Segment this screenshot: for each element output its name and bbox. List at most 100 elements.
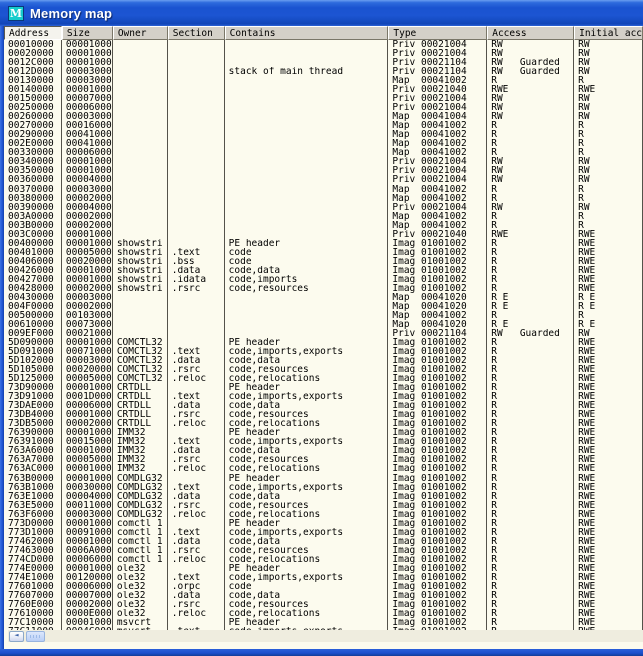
window-titlebar[interactable]: M Memory map [0, 0, 643, 26]
cell-section [168, 130, 225, 139]
cell-address: 00500000 [4, 311, 62, 320]
table-row[interactable]: 5D10200000003000COMCTL32.datacode,dataIm… [4, 356, 643, 365]
table-row[interactable]: 776100000000E000ole32.reloccode,relocati… [4, 609, 643, 618]
scrollbar-thumb[interactable] [26, 631, 45, 642]
cell-address: 00370000 [4, 185, 62, 194]
window-bottom-border [0, 649, 643, 656]
table-row[interactable]: 763A700000005000IMM32.rsrccode,resources… [4, 455, 643, 464]
column-header-initial-access[interactable]: Initial acc [574, 26, 643, 40]
table-row[interactable]: 0034000000001000Priv 00021004RWRW [4, 157, 643, 166]
table-row[interactable]: 774630000006A000comctl_1.rsrccode,resour… [4, 546, 643, 555]
column-header-type[interactable]: Type [388, 26, 487, 40]
scroll-left-button[interactable]: ◄ [9, 631, 24, 642]
table-row[interactable]: 73DB400000001000CRTDLL.rsrccode,resource… [4, 410, 643, 419]
table-row[interactable]: 5D12500000005000COMCTL32.reloccode,reloc… [4, 374, 643, 383]
table-row[interactable]: 77C1000000001000msvcrtPE headerImag 0100… [4, 618, 643, 627]
table-row[interactable]: 0037000000003000Map 00041002RR [4, 185, 643, 194]
cell-section: .data [168, 266, 225, 275]
cell-type: Imag 01001002 [388, 374, 487, 383]
table-row[interactable]: 763F600000003000COMDLG32.reloccode,reloc… [4, 510, 643, 519]
table-row[interactable]: 003C000000001000Priv 00021040RWERWE [4, 230, 643, 239]
cell-section [168, 49, 225, 58]
table-row[interactable]: 73DAE00000006000CRTDLL.datacode,dataImag… [4, 401, 643, 410]
column-header-access[interactable]: Access [487, 26, 574, 40]
table-row[interactable]: 004F000000002000Map 00041020R ER E [4, 302, 643, 311]
cell-address: 00290000 [4, 130, 62, 139]
table-row[interactable]: 0038000000002000Map 00041002RR [4, 194, 643, 203]
table-row[interactable]: 774E000000001000ole32PE headerImag 01001… [4, 564, 643, 573]
cell-initial-access: RWE [574, 356, 643, 365]
column-header-section[interactable]: Section [168, 26, 225, 40]
table-row[interactable]: 009EF00000021000Priv 00021104RW GuardedR… [4, 329, 643, 338]
table-row[interactable]: 7639000000001000IMM32PE headerImag 01001… [4, 428, 643, 437]
table-row[interactable]: 0001000000001000Priv 00021004RWRW [4, 40, 643, 49]
table-row[interactable]: 763E100000004000COMDLG32.datacode,dataIm… [4, 492, 643, 501]
table-row[interactable]: 0013000000003000Map 00041002RR [4, 76, 643, 85]
cell-owner: IMM32 [113, 455, 168, 464]
table-row[interactable]: 7760E00000002000ole32.rsrccode,resources… [4, 600, 643, 609]
table-row[interactable]: 0050000000103000Map 00041002RR [4, 311, 643, 320]
table-row[interactable]: 0014000000001000Priv 00021040RWERWE [4, 85, 643, 94]
table-row[interactable]: 003A000000002000Map 00041002RR [4, 212, 643, 221]
cell-size: 00020000 [62, 365, 113, 374]
table-row[interactable]: 0040100000005000showstri.textcodeImag 01… [4, 248, 643, 257]
table-row[interactable]: 763B100000030000COMDLG32.textcode,import… [4, 483, 643, 492]
cell-type: Map 00041002 [388, 121, 487, 130]
table-row[interactable]: 0026000000003000Map 00041004RWRW [4, 112, 643, 121]
table-row[interactable]: 0025000000006000Priv 00021004RWRW [4, 103, 643, 112]
table-row[interactable]: 774E100000120000ole32.textcode,imports,e… [4, 573, 643, 582]
table-row[interactable]: 7760700000007000ole32.datacode,dataImag … [4, 591, 643, 600]
table-row[interactable]: 0040600000020000showstri.bsscodeImag 010… [4, 257, 643, 266]
table-row[interactable]: 0043000000003000Map 00041020R ER E [4, 293, 643, 302]
table-row[interactable]: 763B000000001000COMDLG32PE headerImag 01… [4, 474, 643, 483]
table-row[interactable]: 0040000000001000showstriPE headerImag 01… [4, 239, 643, 248]
cell-owner [113, 293, 168, 302]
column-header-address[interactable]: Address [4, 26, 62, 40]
table-row[interactable]: 763A600000001000IMM32.datacode,dataImag … [4, 446, 643, 455]
cell-initial-access: RW [574, 166, 643, 175]
table-row[interactable]: 003B000000002000Map 00041002RR [4, 221, 643, 230]
table-row[interactable]: 7760100000006000ole32.orpccodeImag 01001… [4, 582, 643, 591]
table-row[interactable]: 763AC00000001000IMM32.reloccode,relocati… [4, 464, 643, 473]
table-row[interactable]: 0061000000073000Map 00041020R ER E [4, 320, 643, 329]
table-row[interactable]: 0042800000002000showstri.rsrccode,resour… [4, 284, 643, 293]
column-header-size[interactable]: Size [62, 26, 113, 40]
cell-owner [113, 67, 168, 76]
table-row[interactable]: 002E000000041000Map 00041002RR [4, 139, 643, 148]
horizontal-scrollbar[interactable]: ◄ [8, 630, 643, 642]
table-row[interactable]: 0039000000004000Priv 00021004RWRW [4, 203, 643, 212]
cell-section: .text [168, 483, 225, 492]
table-row[interactable]: 7746200000001000comctl_1.datacode,dataIm… [4, 537, 643, 546]
table-row[interactable]: 5D09100000071000COMCTL32.textcode,import… [4, 347, 643, 356]
cell-owner [113, 311, 168, 320]
table-row[interactable]: 0029000000041000Map 00041002RR [4, 130, 643, 139]
table-row[interactable]: 5D09000000001000COMCTL32PE headerImag 01… [4, 338, 643, 347]
table-row[interactable]: 0012C00000001000Priv 00021104RW GuardedR… [4, 58, 643, 67]
table-row[interactable]: 0042700000001000showstri.idatacode,impor… [4, 275, 643, 284]
table-row[interactable]: 773D100000091000comctl_1.textcode,import… [4, 528, 643, 537]
column-header-owner[interactable]: Owner [113, 26, 168, 40]
table-row[interactable]: 7639100000015000IMM32.textcode,imports,e… [4, 437, 643, 446]
table-row[interactable]: 0002000000001000Priv 00021004RWRW [4, 49, 643, 58]
table-row[interactable]: 5D10500000020000COMCTL32.rsrccode,resour… [4, 365, 643, 374]
cell-address: 763E1000 [4, 492, 62, 501]
table-row[interactable]: 0027000000016000Map 00041002RR [4, 121, 643, 130]
table-row[interactable]: 73D9000000001000CRTDLLPE headerImag 0100… [4, 383, 643, 392]
table-row[interactable]: 0012D00000003000stack of main threadPriv… [4, 67, 643, 76]
table-row[interactable]: 0033000000006000Map 00041002RR [4, 148, 643, 157]
cell-owner [113, 94, 168, 103]
cell-contains: code,resources [225, 546, 389, 555]
table-row[interactable]: 774CD00000006000comctl_1.reloccode,reloc… [4, 555, 643, 564]
cell-address: 76391000 [4, 437, 62, 446]
table-row[interactable]: 73D910000001D000CRTDLL.textcode,imports,… [4, 392, 643, 401]
table-row[interactable]: 73DB500000002000CRTDLL.reloccode,relocat… [4, 419, 643, 428]
table-row[interactable]: 0035000000001000Priv 00021004RWRW [4, 166, 643, 175]
column-header-contains[interactable]: Contains [225, 26, 389, 40]
ollydbg-window-icon[interactable]: M [8, 6, 24, 21]
table-row[interactable]: 0015000000007000Priv 00021004RWRW [4, 94, 643, 103]
table-row[interactable]: 763E500000011000COMDLG32.rsrccode,resour… [4, 501, 643, 510]
table-row[interactable]: 0042600000001000showstri.datacode,dataIm… [4, 266, 643, 275]
scrollbar-track[interactable] [45, 631, 643, 642]
table-row[interactable]: 773D000000001000comctl_1PE headerImag 01… [4, 519, 643, 528]
table-row[interactable]: 0036000000004000Priv 00021004RWRW [4, 175, 643, 184]
